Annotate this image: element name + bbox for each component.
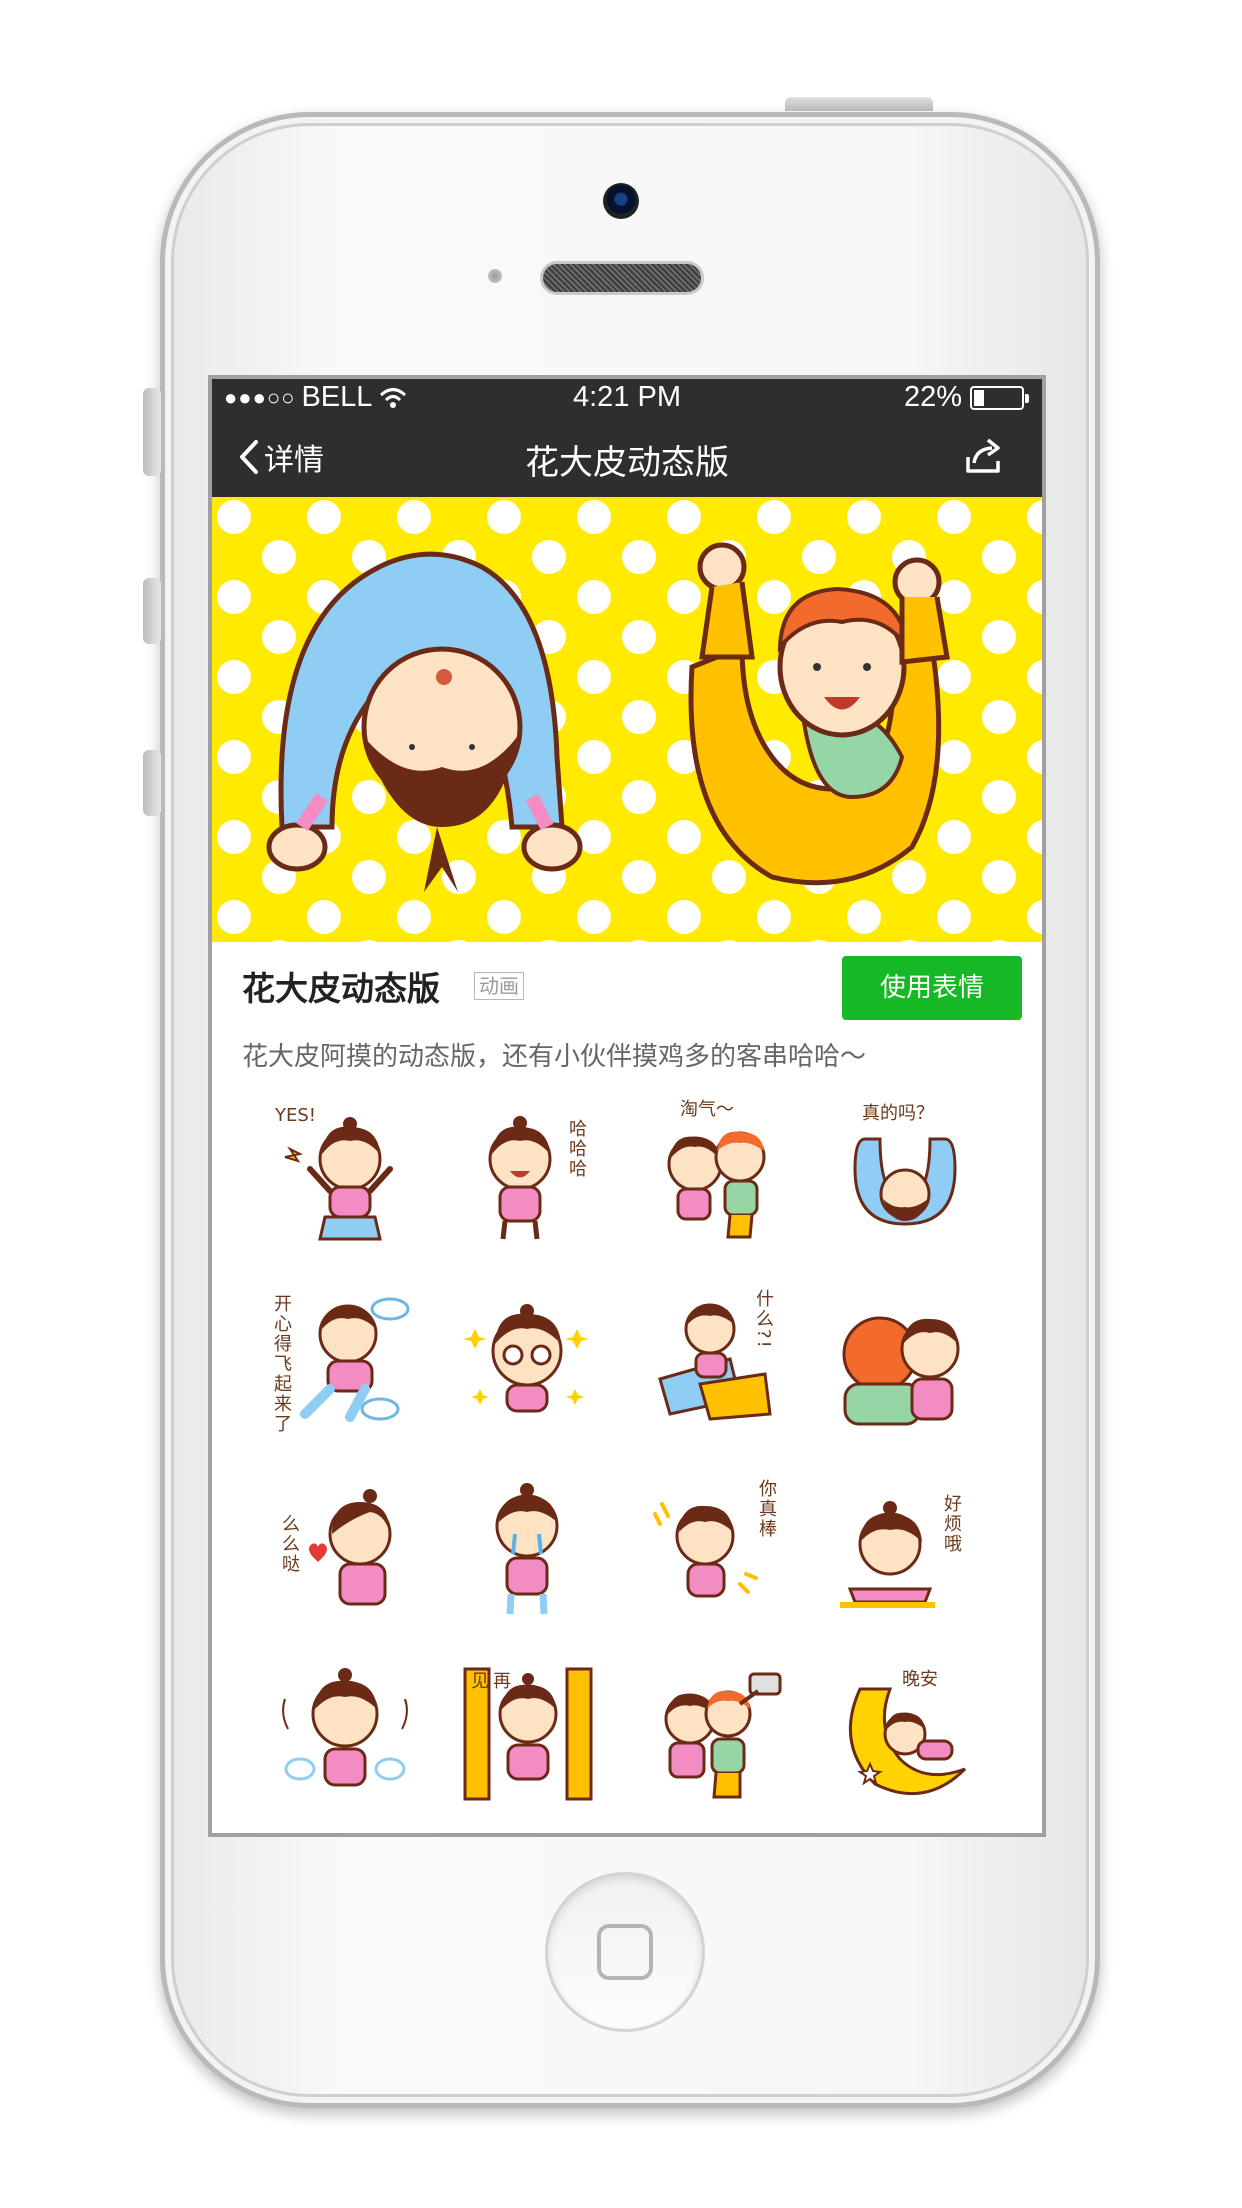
sticker-4[interactable]: 真的吗？ bbox=[830, 1099, 980, 1249]
home-button[interactable] bbox=[545, 1872, 705, 2032]
package-description: 花大皮阿摸的动态版，还有小伙伴摸鸡多的客串哈哈～ bbox=[242, 1042, 867, 1072]
sticker-15[interactable] bbox=[640, 1659, 790, 1809]
battery-icon bbox=[970, 385, 1029, 410]
screen: ●●●○○ BELL 4:21 PM 22% 详情 花大皮动态版 花大皮动态版 … bbox=[208, 375, 1046, 1837]
sticker-8[interactable] bbox=[830, 1289, 980, 1439]
use-sticker-button[interactable]: 使用表情 bbox=[842, 956, 1022, 1020]
sticker-text: YES! bbox=[275, 1105, 317, 1126]
battery-fill bbox=[974, 389, 984, 406]
home-square-icon bbox=[597, 1924, 653, 1980]
sticker-text: 你真棒 bbox=[756, 1479, 777, 1539]
battery-percent: 22% bbox=[903, 381, 962, 413]
sticker-12[interactable]: 好烦哦 bbox=[830, 1474, 980, 1624]
sticker-banner bbox=[212, 497, 1042, 942]
power-button bbox=[785, 97, 933, 111]
sticker-text: 晚安 bbox=[902, 1669, 938, 1690]
sticker-figure bbox=[495, 1483, 559, 1615]
sticker-9[interactable]: 么么哒 bbox=[270, 1474, 420, 1624]
share-button[interactable] bbox=[964, 437, 1004, 479]
sticker-10[interactable] bbox=[455, 1474, 605, 1624]
sticker-text: 么么哒 bbox=[279, 1514, 300, 1574]
sticker-text: 什么?! bbox=[753, 1289, 774, 1350]
volume-down-button bbox=[143, 750, 161, 816]
sticker-14[interactable]: 再见 bbox=[455, 1659, 605, 1809]
volume-up-button bbox=[143, 578, 161, 644]
sticker-text: 真的吗？ bbox=[862, 1103, 934, 1124]
nav-bar: 详情 花大皮动态版 bbox=[212, 417, 1042, 497]
sticker-text: 开心得飞起来了 bbox=[271, 1294, 292, 1434]
status-right: 22% bbox=[903, 381, 1029, 414]
animation-badge: 动画 bbox=[474, 972, 524, 1000]
sticker-6[interactable] bbox=[455, 1289, 605, 1439]
sticker-13[interactable] bbox=[270, 1659, 420, 1809]
proximity-sensor bbox=[488, 269, 502, 283]
status-bar: ●●●○○ BELL 4:21 PM 22% bbox=[212, 379, 1042, 417]
sticker-figure bbox=[667, 1131, 766, 1239]
share-icon bbox=[966, 438, 1000, 473]
mute-switch bbox=[143, 388, 161, 476]
package-title-row: 花大皮动态版 动画 使用表情 bbox=[242, 954, 1022, 1024]
sticker-figure bbox=[463, 1304, 589, 1413]
sticker-figure bbox=[300, 1297, 410, 1422]
sticker-text: 好烦哦 bbox=[941, 1494, 962, 1554]
earpiece-speaker bbox=[540, 261, 704, 295]
battery-cap bbox=[1025, 393, 1029, 403]
sticker-figure bbox=[842, 1316, 960, 1426]
sticker-3[interactable]: 淘气～ bbox=[640, 1099, 790, 1249]
sticker-figure bbox=[282, 1668, 408, 1787]
sticker-7[interactable]: 什么?! bbox=[640, 1289, 790, 1439]
package-title: 花大皮动态版 bbox=[242, 969, 440, 1008]
page-title: 花大皮动态版 bbox=[525, 443, 729, 483]
sticker-5[interactable]: 开心得飞起来了 bbox=[270, 1289, 420, 1439]
sticker-text: 淘气～ bbox=[680, 1099, 734, 1120]
sticker-figure bbox=[664, 1672, 782, 1799]
sticker-16[interactable]: 晚安 bbox=[830, 1659, 980, 1809]
front-camera bbox=[603, 183, 639, 219]
sticker-1[interactable]: YES! bbox=[270, 1099, 420, 1249]
sticker-text: 哈哈哈 bbox=[566, 1119, 587, 1179]
banner-illustration bbox=[212, 497, 1042, 942]
sticker-2[interactable]: 哈哈哈 bbox=[455, 1099, 605, 1249]
banner-boy bbox=[688, 542, 950, 886]
sticker-text: 再见 bbox=[468, 1671, 511, 1749]
sticker-11[interactable]: 你真棒 bbox=[640, 1474, 790, 1624]
